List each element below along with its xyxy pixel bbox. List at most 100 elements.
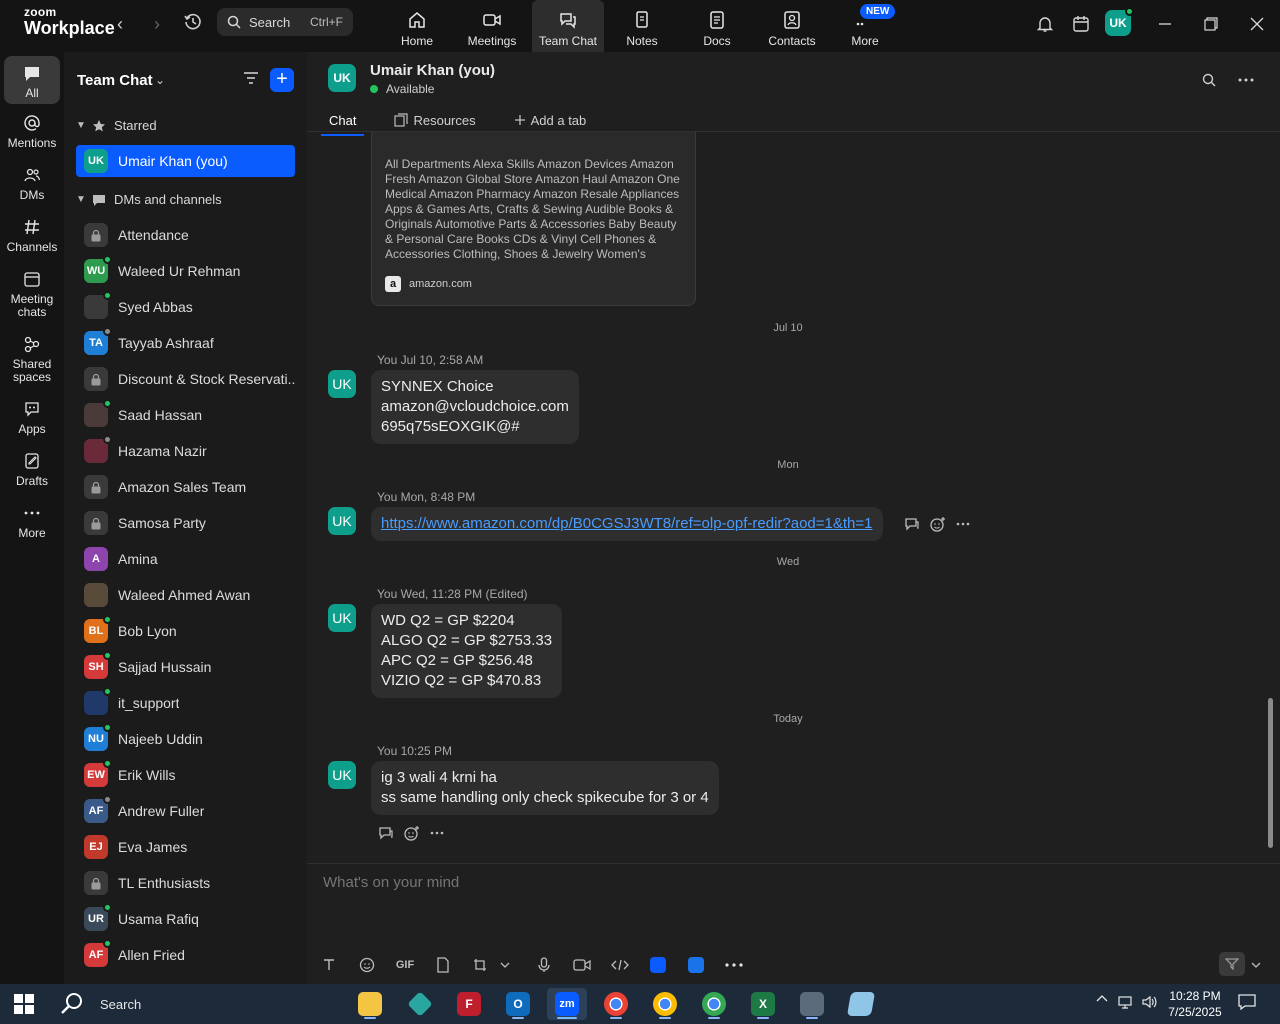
tab-chat[interactable]: Chat [321,108,365,136]
text-format-icon[interactable] [318,954,340,976]
sidebar-list-item[interactable]: BL Bob Lyon [76,615,295,647]
network-icon[interactable] [1117,994,1135,1010]
zoom-taskbar-icon[interactable]: zm [547,988,587,1020]
zoom-app-icon[interactable] [685,954,707,976]
reply-icon[interactable] [904,517,920,531]
message-bubble[interactable]: ig 3 wali 4 krni ha ss same handling onl… [371,761,719,815]
sidebar-list-item[interactable]: EW Erik Wills [76,759,295,791]
whiteboard-app-icon[interactable] [647,954,669,976]
send-button[interactable] [1219,952,1245,976]
file-explorer-icon[interactable] [350,988,390,1020]
video-message-icon[interactable] [571,954,593,976]
emoji-react-icon[interactable] [404,825,420,841]
rail-item-apps[interactable]: Apps [4,400,60,436]
sidebar-list-item[interactable]: Syed Abbas [76,291,295,323]
chevron-down-icon[interactable] [1245,954,1267,976]
starred-section-header[interactable]: ▼ Starred [76,118,157,133]
sidebar-title[interactable]: Team Chat [77,72,153,89]
reply-icon[interactable] [378,826,394,840]
rail-item-dms[interactable]: DMs [4,166,60,202]
more-options-icon[interactable] [956,522,970,526]
rail-item-mentions[interactable]: Mentions [4,114,60,150]
chevron-down-icon[interactable] [494,954,516,976]
message-bubble[interactable]: https://www.amazon.com/dp/B0CGSJ3WT8/ref… [371,507,883,541]
forward-arrow-icon[interactable]: › [147,14,167,34]
chevron-up-icon[interactable] [1096,994,1108,1002]
nav-tab-home[interactable]: Home [381,0,453,52]
sidebar-list-item[interactable]: Hazama Nazir [76,435,295,467]
chat-scrollbar-thumb[interactable] [1268,698,1273,848]
excel-icon[interactable]: X [743,988,783,1020]
message-link[interactable]: https://www.amazon.com/dp/B0CGSJ3WT8/ref… [381,515,873,532]
tab-resources[interactable]: Resources [386,108,483,132]
sidebar-list-item[interactable]: it_support [76,687,295,719]
global-search-button[interactable]: Search Ctrl+F [217,8,353,36]
nav-tab-contacts[interactable]: Contacts [756,0,828,52]
more-options-icon[interactable] [430,831,444,835]
sidebar-list-item[interactable]: TL Enthusiasts [76,867,295,899]
minimize-icon[interactable] [1153,12,1177,36]
chrome-profile-icon[interactable] [645,988,685,1020]
nav-tab-docs[interactable]: Docs [681,0,753,52]
rail-item-meeting-chats[interactable]: Meeting chats [4,270,60,319]
rail-item-all[interactable]: All [4,56,60,104]
search-icon[interactable] [1199,70,1219,90]
sidebar-list-item[interactable]: NU Najeeb Uddin [76,723,295,755]
sidebar-list-item[interactable]: TA Tayyab Ashraaf [76,327,295,359]
dms-section-header[interactable]: ▼ DMs and channels [76,192,222,207]
gif-button[interactable]: GIF [394,954,416,976]
restore-icon[interactable] [1199,12,1223,36]
calculator-icon[interactable] [792,988,832,1020]
more-tools-icon[interactable] [723,954,745,976]
close-icon[interactable] [1245,12,1269,36]
filezilla-icon[interactable]: F [449,988,489,1020]
sidebar-list-item[interactable]: SH Sajjad Hussain [76,651,295,683]
chrome-icon[interactable] [596,988,636,1020]
sidebar-list-item[interactable]: Samosa Party [76,507,295,539]
nav-tab-team-chat[interactable]: Team Chat [532,0,604,52]
windows-start-icon[interactable] [14,994,34,1019]
nav-tab-meetings[interactable]: Meetings [456,0,528,52]
sidebar-list-item[interactable]: Waleed Ahmed Awan [76,579,295,611]
volume-icon[interactable] [1141,994,1159,1010]
app-diamond-icon[interactable] [400,988,440,1020]
microphone-icon[interactable] [533,954,555,976]
taskbar-clock[interactable]: 10:28 PM 7/25/2025 [1166,988,1224,1020]
sidebar-list-item[interactable]: AF Andrew Fuller [76,795,295,827]
sidebar-list-item[interactable]: UR Usama Rafiq [76,903,295,935]
calendar-icon[interactable] [1069,12,1093,36]
sidebar-list-item[interactable]: WU Waleed Ur Rehman [76,255,295,287]
taskbar-search[interactable]: Search [60,992,141,1016]
notepad-icon[interactable] [841,988,881,1020]
tab-add[interactable]: Add a tab [506,108,595,132]
link-preview-card[interactable]: All Departments Alexa Skills Amazon Devi… [371,132,696,306]
sidebar-list-item[interactable]: Amazon Sales Team [76,471,295,503]
message-input[interactable] [323,874,1223,891]
rail-item-shared-spaces[interactable]: Shared spaces [4,335,60,384]
nav-tab-notes[interactable]: Notes [606,0,678,52]
sidebar-list-item[interactable]: AF Allen Fried [76,939,295,971]
rail-item-drafts[interactable]: Drafts [4,452,60,488]
history-icon[interactable] [183,12,205,34]
chat-header-name[interactable]: Umair Khan (you) [370,62,495,79]
chrome-profile-icon[interactable] [694,988,734,1020]
sidebar-list-item[interactable]: A Amina [76,543,295,575]
sidebar-item-starred-self[interactable]: UK Umair Khan (you) [76,145,295,177]
emoji-react-icon[interactable] [930,516,946,532]
back-arrow-icon[interactable]: ‹ [110,14,130,34]
profile-avatar[interactable]: UK [1105,7,1134,36]
notification-center-icon[interactable] [1238,994,1256,1010]
more-options-icon[interactable] [1236,70,1256,90]
message-bubble[interactable]: SYNNEX Choice amazon@vcloudchoice.com 69… [371,370,579,444]
new-chat-button[interactable]: + [270,68,294,92]
bell-icon[interactable] [1033,12,1057,36]
screenshot-icon[interactable] [470,954,492,976]
message-bubble[interactable]: WD Q2 = GP $2204 ALGO Q2 = GP $2753.33 A… [371,604,563,698]
sidebar-list-item[interactable]: Attendance [76,219,295,251]
chevron-down-icon[interactable]: ⌄ [155,73,165,87]
rail-item-channels[interactable]: Channels [4,218,60,254]
filter-icon[interactable] [242,70,260,91]
code-snippet-icon[interactable] [609,954,631,976]
file-icon[interactable] [432,954,454,976]
sidebar-list-item[interactable]: Saad Hassan [76,399,295,431]
